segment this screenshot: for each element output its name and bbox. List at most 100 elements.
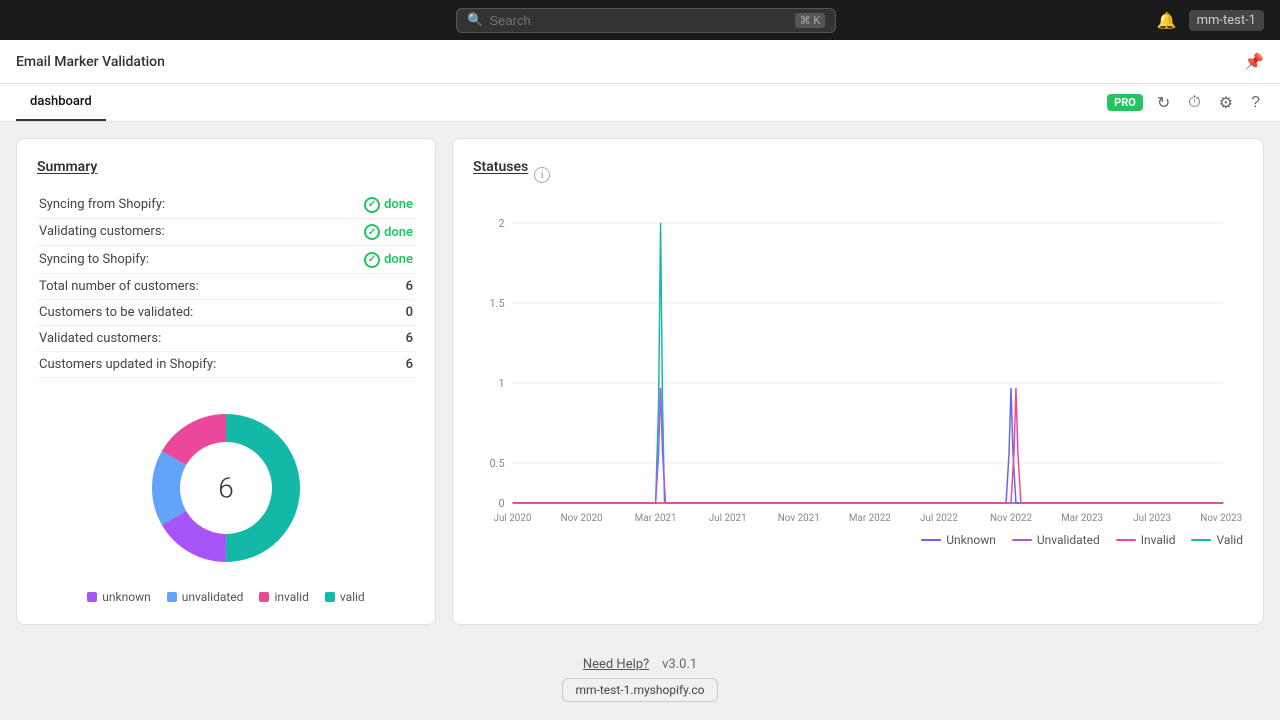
svg-text:0: 0 bbox=[498, 497, 504, 510]
svg-text:Jul 2022: Jul 2022 bbox=[920, 513, 958, 523]
svg-text:Jul 2020: Jul 2020 bbox=[494, 513, 532, 523]
done-icon: ✓ bbox=[364, 224, 380, 240]
chart-legend-label-unvalidated: Unvalidated bbox=[1037, 533, 1100, 547]
row-label: Validating customers: bbox=[37, 218, 330, 246]
svg-text:Nov 2023: Nov 2023 bbox=[1200, 513, 1242, 523]
version-label: v3.0.1 bbox=[662, 657, 697, 672]
row-value: ✓ done bbox=[330, 191, 415, 218]
chart-area: 2 1.5 1 0.5 0 Jul 2020 Nov 2020 Mar 2021… bbox=[473, 203, 1243, 583]
svg-text:Jul 2021: Jul 2021 bbox=[709, 513, 747, 523]
svg-text:Mar 2022: Mar 2022 bbox=[849, 513, 891, 523]
legend-dot-unvalidated bbox=[167, 592, 177, 602]
donut-chart-container: 6 unknown unvalidated invalid bbox=[37, 398, 415, 604]
nav-right: 🔔 mm-test-1 bbox=[1157, 10, 1264, 31]
chart-legend-invalid: Invalid bbox=[1116, 533, 1176, 547]
svg-text:Nov 2020: Nov 2020 bbox=[561, 513, 603, 523]
row-value: ✓ done bbox=[330, 246, 415, 274]
statuses-chart: 2 1.5 1 0.5 0 Jul 2020 Nov 2020 Mar 2021… bbox=[473, 203, 1243, 523]
search-input[interactable] bbox=[490, 13, 789, 28]
table-row: Syncing to Shopify: ✓ done bbox=[37, 246, 415, 274]
svg-text:0.5: 0.5 bbox=[490, 457, 505, 470]
legend-item-unvalidated: unvalidated bbox=[167, 590, 244, 604]
table-row: Validated customers: 6 bbox=[37, 325, 415, 351]
summary-table: Syncing from Shopify: ✓ done Validating … bbox=[37, 191, 415, 378]
history-button[interactable]: ⏱ bbox=[1184, 90, 1204, 116]
chart-legend-line-unvalidated bbox=[1012, 539, 1032, 541]
table-row: Validating customers: ✓ done bbox=[37, 218, 415, 246]
row-value: 6 bbox=[330, 273, 415, 299]
pin-icon[interactable]: 📌 bbox=[1244, 52, 1264, 71]
legend-item-unknown: unknown bbox=[87, 590, 150, 604]
svg-text:1.5: 1.5 bbox=[490, 297, 505, 310]
svg-text:Mar 2023: Mar 2023 bbox=[1061, 513, 1103, 523]
tabs-bar: dashboard PRO ↻ ⏱ ⚙ ? bbox=[0, 84, 1280, 122]
legend-label-valid: valid bbox=[340, 590, 365, 604]
donut-chart: 6 bbox=[136, 398, 316, 578]
summary-title: Summary bbox=[37, 159, 415, 175]
info-icon[interactable]: i bbox=[534, 167, 550, 183]
svg-text:Mar 2021: Mar 2021 bbox=[635, 513, 677, 523]
row-label: Syncing from Shopify: bbox=[37, 191, 330, 218]
chart-legend-valid: Valid bbox=[1191, 533, 1243, 547]
notification-icon[interactable]: 🔔 bbox=[1157, 11, 1177, 30]
svg-text:Nov 2022: Nov 2022 bbox=[990, 513, 1032, 523]
row-value: ✓ done bbox=[330, 218, 415, 246]
search-shortcut: ⌘ K bbox=[795, 13, 826, 28]
legend-label-unvalidated: unvalidated bbox=[182, 590, 244, 604]
help-link[interactable]: Need Help? bbox=[583, 657, 649, 672]
svg-text:2: 2 bbox=[498, 217, 504, 230]
store-badge: mm-test-1.myshopify.co bbox=[562, 678, 717, 702]
user-label: mm-test-1 bbox=[1189, 10, 1264, 31]
legend-label-unknown: unknown bbox=[102, 590, 150, 604]
help-button[interactable]: ? bbox=[1247, 90, 1264, 116]
chart-legend-label-unknown: Unknown bbox=[946, 533, 996, 547]
legend-item-valid: valid bbox=[325, 590, 365, 604]
legend-dot-valid bbox=[325, 592, 335, 602]
chart-legend-line-unknown bbox=[921, 539, 941, 541]
table-row: Total number of customers: 6 bbox=[37, 273, 415, 299]
refresh-button[interactable]: ↻ bbox=[1153, 89, 1174, 117]
statuses-header: Statuses i bbox=[473, 159, 1243, 191]
donut-center-value: 6 bbox=[218, 471, 234, 504]
done-icon: ✓ bbox=[364, 252, 380, 268]
settings-button[interactable]: ⚙ bbox=[1215, 89, 1237, 117]
table-row: Customers updated in Shopify: 6 bbox=[37, 351, 415, 377]
legend-dot-unknown bbox=[87, 592, 97, 602]
tabs-right: PRO ↻ ⏱ ⚙ ? bbox=[1107, 89, 1264, 117]
pro-badge: PRO bbox=[1107, 94, 1143, 111]
done-icon: ✓ bbox=[364, 197, 380, 213]
page-title: Email Marker Validation bbox=[16, 54, 165, 70]
row-value: 0 bbox=[330, 299, 415, 325]
table-row: Customers to be validated: 0 bbox=[37, 299, 415, 325]
top-navigation: 🔍 ⌘ K 🔔 mm-test-1 bbox=[0, 0, 1280, 40]
chart-legend-line-invalid bbox=[1116, 539, 1136, 541]
main-content: Summary Syncing from Shopify: ✓ done V bbox=[0, 122, 1280, 641]
svg-text:1: 1 bbox=[498, 377, 504, 390]
summary-card: Summary Syncing from Shopify: ✓ done V bbox=[16, 138, 436, 625]
chart-legend-unvalidated: Unvalidated bbox=[1012, 533, 1100, 547]
chart-legend-label-valid: Valid bbox=[1216, 533, 1243, 547]
search-icon: 🔍 bbox=[467, 13, 483, 28]
footer: Need Help? v3.0.1 mm-test-1.myshopify.co bbox=[0, 641, 1280, 718]
legend-item-invalid: invalid bbox=[259, 590, 308, 604]
tab-dashboard[interactable]: dashboard bbox=[16, 84, 106, 121]
row-label: Validated customers: bbox=[37, 325, 330, 351]
statuses-title: Statuses bbox=[473, 159, 528, 175]
row-label: Total number of customers: bbox=[37, 273, 330, 299]
panels-row: Summary Syncing from Shopify: ✓ done V bbox=[16, 138, 1264, 625]
chart-legend-label-invalid: Invalid bbox=[1141, 533, 1176, 547]
chart-legend: Unknown Unvalidated Invalid Valid bbox=[473, 533, 1243, 547]
legend-label-invalid: invalid bbox=[274, 590, 308, 604]
row-label: Customers updated in Shopify: bbox=[37, 351, 330, 377]
search-bar[interactable]: 🔍 ⌘ K bbox=[456, 8, 836, 33]
page-header: Email Marker Validation 📌 bbox=[0, 40, 1280, 84]
svg-text:Nov 2021: Nov 2021 bbox=[778, 513, 820, 523]
table-row: Syncing from Shopify: ✓ done bbox=[37, 191, 415, 218]
chart-legend-unknown: Unknown bbox=[921, 533, 996, 547]
row-label: Syncing to Shopify: bbox=[37, 246, 330, 274]
row-label: Customers to be validated: bbox=[37, 299, 330, 325]
row-value: 6 bbox=[330, 351, 415, 377]
statuses-card: Statuses i 2 1.5 1 0.5 0 bbox=[452, 138, 1264, 625]
row-value: 6 bbox=[330, 325, 415, 351]
svg-text:Jul 2023: Jul 2023 bbox=[1133, 513, 1171, 523]
